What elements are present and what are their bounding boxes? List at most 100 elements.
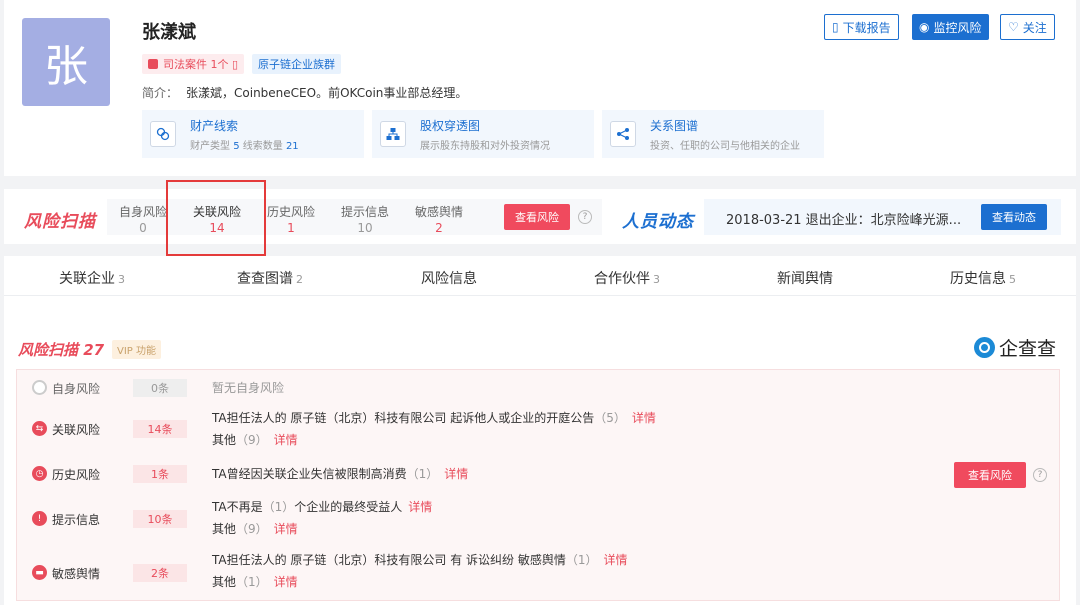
sub-b-label: 线索数量 bbox=[242, 140, 283, 152]
risk-line-count: （1） bbox=[236, 575, 268, 589]
scan-item-sensitive-news[interactable]: 敏感舆情 2 bbox=[407, 203, 471, 235]
brand-logo: 企查查 bbox=[973, 334, 1056, 361]
money-icon bbox=[150, 121, 176, 147]
view-risk-button[interactable]: 查看风险 bbox=[954, 462, 1026, 488]
risk-label: 关联风险 bbox=[52, 423, 101, 437]
section-title: 风险扫描 27 bbox=[18, 341, 105, 359]
scan-value: 10 bbox=[357, 221, 373, 235]
dynamics-text[interactable]: 2018-03-21 退出企业：北京险峰光源... bbox=[726, 209, 961, 228]
feature-sub: 展示股东持股和对外投资情况 bbox=[420, 140, 550, 152]
feature-title: 财产线索 bbox=[190, 118, 239, 133]
tab-risk-info[interactable]: 风险信息 bbox=[421, 268, 477, 288]
scan-label: 提示信息 bbox=[340, 205, 389, 219]
risk-line-count: （9） bbox=[236, 522, 268, 536]
tab-graph[interactable]: 查查图谱 2 bbox=[237, 268, 303, 288]
detail-link[interactable]: 详情 bbox=[444, 467, 468, 481]
detail-link[interactable]: 详情 bbox=[632, 411, 656, 425]
person-dynamics-logo: 人员动态 bbox=[622, 212, 694, 232]
tab-related-companies[interactable]: 关联企业 3 bbox=[59, 268, 125, 288]
follow-button[interactable]: ♡ 关注 bbox=[1000, 14, 1055, 40]
risk-panel: 自身风险 0条 暂无自身风险 ⇆ 关联风险 14条 TA担任法人的 原子链（北京… bbox=[16, 369, 1060, 601]
detail-link[interactable]: 详情 bbox=[274, 575, 298, 589]
heart-icon: ♡ bbox=[1008, 20, 1019, 34]
risk-text: 暂无自身风险 bbox=[212, 381, 285, 395]
tab-partners[interactable]: 合作伙伴 3 bbox=[594, 268, 660, 288]
view-dynamics-button[interactable]: 查看动态 bbox=[981, 204, 1047, 230]
brand-icon bbox=[973, 337, 995, 358]
risk-label: 自身风险 bbox=[52, 382, 101, 396]
feature-title: 股权穿透图 bbox=[420, 118, 481, 133]
tab-label: 查查图谱 bbox=[237, 271, 293, 287]
case-icon bbox=[148, 59, 158, 69]
intro-value: 张漾斌，CoinbeneCEO。前OKCoin事业部总经理。 bbox=[186, 86, 468, 100]
risk-line-count: （9） bbox=[236, 433, 268, 447]
tab-label: 风险信息 bbox=[421, 271, 477, 287]
view-risk-button-top[interactable]: 查看风险 bbox=[504, 204, 570, 230]
risk-text: TA不再是（1）个企业的最终受益人 详情 其他（9） 详情 bbox=[212, 496, 432, 540]
feature-relation-graph[interactable]: 关系图谱 投资、任职的公司与他相关的企业 bbox=[602, 110, 824, 158]
scan-value: 2 bbox=[435, 221, 443, 235]
share-icon bbox=[610, 121, 636, 147]
enterprise-group-tag[interactable]: 原子链企业族群 bbox=[252, 54, 342, 74]
scan-label: 敏感舆情 bbox=[414, 205, 463, 219]
help-icon[interactable]: ? bbox=[578, 210, 592, 224]
detail-link[interactable]: 详情 bbox=[274, 433, 298, 447]
risk-count: 14条 bbox=[133, 420, 187, 438]
risk-scan-bar: 风险扫描 自身风险 0 关联风险 14 历史风险 1 提示信息 10 敏感舆情 2 查看风… bbox=[4, 180, 1076, 256]
feature-asset-clues[interactable]: 财产线索 财产类型 5 线索数量 21 bbox=[142, 110, 364, 158]
risk-line-tail: 个企业的最终受益人 bbox=[294, 500, 403, 514]
risk-text: TA曾经因关联企业失信被限制高消费（1） 详情 bbox=[212, 463, 468, 485]
risk-count: 0条 bbox=[133, 379, 187, 397]
risk-line: TA担任法人的 原子链（北京）科技有限公司 有 诉讼纠纷 敏感舆情 bbox=[212, 553, 566, 567]
intro: 简介： 张漾斌，CoinbeneCEO。前OKCoin事业部总经理。 bbox=[142, 84, 467, 101]
download-report-button[interactable]: ▯ 下载报告 bbox=[824, 14, 899, 40]
tag-row: 司法案件 1个 ▯ 原子链企业族群 bbox=[142, 54, 342, 74]
tab-label: 关联企业 bbox=[59, 271, 115, 287]
risk-line-count: （1） bbox=[262, 500, 295, 514]
feature-title: 关系图谱 bbox=[650, 118, 699, 133]
judicial-case-label: 司法案件 1个 ▯ bbox=[163, 58, 239, 71]
sub-a-value: 5 bbox=[233, 140, 240, 152]
risk-line: 其他 bbox=[212, 433, 237, 447]
org-chart-icon bbox=[380, 121, 406, 147]
chat-icon: ▬ bbox=[32, 565, 47, 580]
tab-news[interactable]: 新闻舆情 bbox=[777, 268, 833, 288]
feature-sub: 财产类型 5 线索数量 21 bbox=[190, 137, 299, 152]
risk-line: TA担任法人的 原子链（北京）科技有限公司 起诉他人或企业的开庭公告 bbox=[212, 411, 595, 425]
monitor-risk-button[interactable]: ◉ 监控风险 bbox=[912, 14, 989, 40]
risk-label: 敏感舆情 bbox=[52, 567, 101, 581]
feature-sub: 投资、任职的公司与他相关的企业 bbox=[650, 140, 800, 152]
highlight-box bbox=[166, 180, 266, 256]
profile-card: 张 张漾斌 司法案件 1个 ▯ 原子链企业族群 简介： 张漾斌，CoinbeneC… bbox=[4, 0, 1076, 176]
clock-icon: ◷ bbox=[32, 466, 47, 481]
detail-link[interactable]: 详情 bbox=[408, 500, 432, 514]
tab-count: 5 bbox=[1009, 273, 1016, 286]
risk-line-count: （5） bbox=[594, 411, 626, 425]
link-icon: ⇆ bbox=[32, 421, 47, 436]
detail-link[interactable]: 详情 bbox=[604, 553, 628, 567]
feature-equity-chart[interactable]: 股权穿透图 展示股东持股和对外投资情况 bbox=[372, 110, 594, 158]
scan-label: 历史风险 bbox=[266, 205, 315, 219]
monitor-icon: ◉ bbox=[919, 20, 930, 34]
dynamics-box: 2018-03-21 退出企业：北京险峰光源... 查看动态 bbox=[704, 199, 1061, 235]
help-icon[interactable]: ? bbox=[1033, 468, 1047, 482]
risk-line: TA不再是 bbox=[212, 500, 263, 514]
risk-scan-logo: 风险扫描 bbox=[24, 212, 96, 232]
risk-line-count: （1） bbox=[406, 467, 439, 481]
judicial-case-tag[interactable]: 司法案件 1个 ▯ bbox=[142, 54, 245, 74]
tab-history[interactable]: 历史信息 5 bbox=[950, 268, 1016, 288]
scan-item-history-risk[interactable]: 历史风险 1 bbox=[259, 203, 323, 235]
risk-text: TA担任法人的 原子链（北京）科技有限公司 有 诉讼纠纷 敏感舆情（1） 详情 其… bbox=[212, 549, 628, 593]
follow-label: 关注 bbox=[1022, 20, 1047, 35]
tab-count: 2 bbox=[296, 273, 303, 286]
scan-item-tips[interactable]: 提示信息 10 bbox=[333, 203, 397, 235]
detail-link[interactable]: 详情 bbox=[274, 522, 298, 536]
sub-b-value: 21 bbox=[285, 140, 299, 152]
tab-label: 合作伙伴 bbox=[594, 271, 650, 287]
tab-bar: 关联企业 3 查查图谱 2 风险信息 合作伙伴 3 新闻舆情 历史信息 5 bbox=[4, 256, 1076, 296]
tab-label: 历史信息 bbox=[950, 271, 1006, 287]
download-label: 下载报告 bbox=[842, 20, 891, 35]
tab-count: 3 bbox=[118, 273, 125, 286]
risk-scan-section: 风险扫描 27 VIP 功能 企查查 自身风险 0条 暂无自身风险 ⇆ 关联风险… bbox=[4, 296, 1076, 605]
risk-count: 1条 bbox=[133, 465, 187, 483]
